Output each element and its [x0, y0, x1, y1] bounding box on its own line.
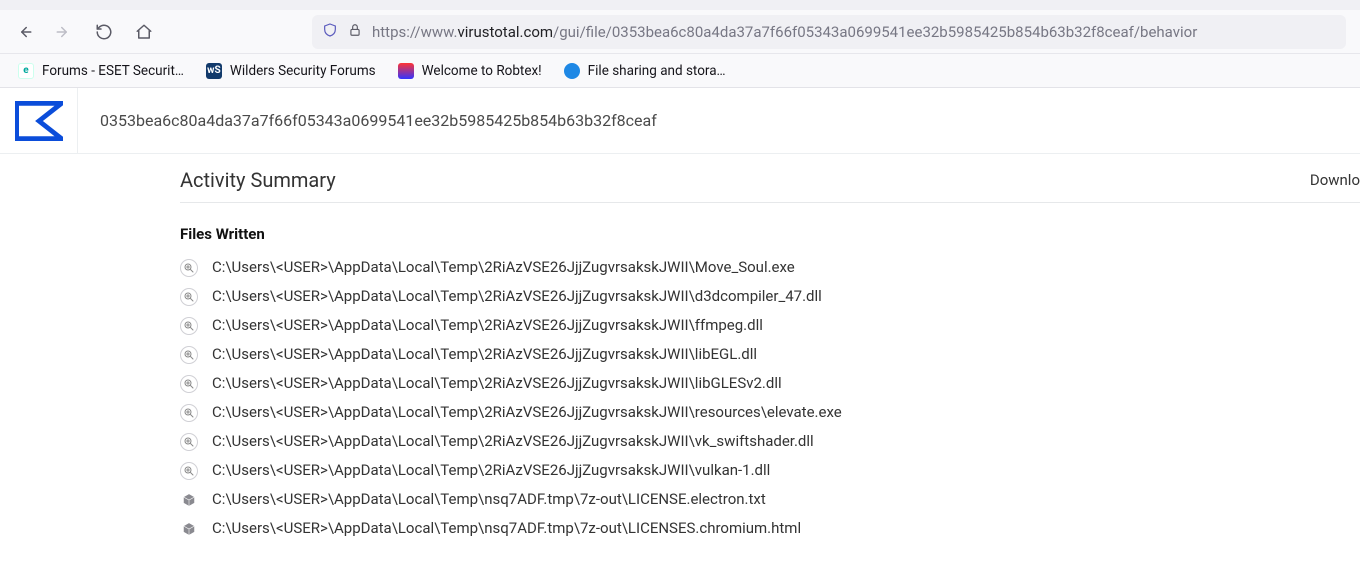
ws-icon: wS — [206, 63, 222, 79]
activity-summary-header: Activity Summary Downlo — [180, 164, 1360, 203]
bookmark-robtex[interactable]: Welcome to Robtex! — [398, 63, 542, 79]
magnify-icon[interactable] — [180, 259, 198, 277]
list-item: C:\Users\<USER>\AppData\Local\Temp\nsq7A… — [180, 514, 1360, 543]
magnify-icon[interactable] — [180, 404, 198, 422]
robtex-icon — [398, 63, 414, 79]
url-prefix: https://www. — [372, 23, 457, 41]
reload-button[interactable] — [94, 22, 114, 42]
bookmark-eset[interactable]: e Forums - ESET Securit… — [18, 63, 184, 79]
list-item: C:\Users\<USER>\AppData\Local\Temp\2RiAz… — [180, 311, 1360, 340]
bookmark-label: Forums - ESET Securit… — [42, 63, 184, 79]
magnify-icon[interactable] — [180, 462, 198, 480]
file-path: C:\Users\<USER>\AppData\Local\Temp\nsq7A… — [212, 518, 801, 539]
box-icon[interactable] — [180, 520, 198, 538]
virustotal-logo[interactable] — [0, 88, 78, 154]
files-written-heading: Files Written — [180, 225, 1360, 243]
file-path: C:\Users\<USER>\AppData\Local\Temp\nsq7A… — [212, 489, 766, 510]
magnify-icon[interactable] — [180, 433, 198, 451]
list-item: C:\Users\<USER>\AppData\Local\Temp\2RiAz… — [180, 369, 1360, 398]
box-icon[interactable] — [180, 491, 198, 509]
magnify-icon[interactable] — [180, 317, 198, 335]
forward-button[interactable] — [54, 22, 74, 42]
file-path: C:\Users\<USER>\AppData\Local\Temp\2RiAz… — [212, 402, 842, 423]
magnify-icon[interactable] — [180, 288, 198, 306]
file-path: C:\Users\<USER>\AppData\Local\Temp\2RiAz… — [212, 431, 814, 452]
lock-icon — [348, 22, 362, 42]
magnify-icon[interactable] — [180, 346, 198, 364]
list-item: C:\Users\<USER>\AppData\Local\Temp\2RiAz… — [180, 253, 1360, 282]
shield-icon — [322, 21, 338, 43]
file-path: C:\Users\<USER>\AppData\Local\Temp\2RiAz… — [212, 373, 782, 394]
list-item: C:\Users\<USER>\AppData\Local\Temp\2RiAz… — [180, 456, 1360, 485]
home-button[interactable] — [134, 22, 154, 42]
nav-buttons — [14, 22, 154, 42]
url-text: https://www.virustotal.com/gui/file/0353… — [372, 23, 1197, 41]
eset-icon: e — [18, 63, 34, 79]
file-hash: 0353bea6c80a4da37a7f66f05343a0699541ee32… — [78, 111, 657, 130]
file-path: C:\Users\<USER>\AppData\Local\Temp\2RiAz… — [212, 286, 822, 307]
list-item: C:\Users\<USER>\AppData\Local\Temp\nsq7A… — [180, 485, 1360, 514]
browser-toolbar: https://www.virustotal.com/gui/file/0353… — [0, 10, 1360, 54]
browser-tab-strip — [0, 0, 1360, 10]
section-title: Activity Summary — [180, 168, 336, 192]
file-path: C:\Users\<USER>\AppData\Local\Temp\2RiAz… — [212, 344, 757, 365]
download-link[interactable]: Downlo — [1310, 171, 1360, 189]
list-item: C:\Users\<USER>\AppData\Local\Temp\2RiAz… — [180, 427, 1360, 456]
back-button[interactable] — [14, 22, 34, 42]
file-path: C:\Users\<USER>\AppData\Local\Temp\2RiAz… — [212, 460, 770, 481]
list-item: C:\Users\<USER>\AppData\Local\Temp\2RiAz… — [180, 282, 1360, 311]
list-item: C:\Users\<USER>\AppData\Local\Temp\2RiAz… — [180, 340, 1360, 369]
url-bar[interactable]: https://www.virustotal.com/gui/file/0353… — [312, 15, 1346, 49]
bookmark-mediafire[interactable]: File sharing and stora… — [564, 63, 726, 79]
bookmark-wilders[interactable]: wS Wilders Security Forums — [206, 63, 376, 79]
bookmarks-bar: e Forums - ESET Securit… wS Wilders Secu… — [0, 54, 1360, 88]
bookmark-label: Welcome to Robtex! — [422, 63, 542, 79]
file-path: C:\Users\<USER>\AppData\Local\Temp\2RiAz… — [212, 315, 763, 336]
list-item: C:\Users\<USER>\AppData\Local\Temp\2RiAz… — [180, 398, 1360, 427]
url-icons — [322, 21, 362, 43]
cloud-icon — [564, 63, 580, 79]
page-header: 0353bea6c80a4da37a7f66f05343a0699541ee32… — [0, 88, 1360, 154]
files-written-list: C:\Users\<USER>\AppData\Local\Temp\2RiAz… — [180, 253, 1360, 543]
content-area: Activity Summary Downlo Files Written C:… — [0, 154, 1360, 543]
bookmark-label: File sharing and stora… — [588, 63, 726, 79]
url-host: virustotal.com — [457, 23, 553, 41]
url-path: /gui/file/0353bea6c80a4da37a7f66f05343a0… — [553, 23, 1197, 41]
bookmark-label: Wilders Security Forums — [230, 63, 376, 79]
file-path: C:\Users\<USER>\AppData\Local\Temp\2RiAz… — [212, 257, 795, 278]
magnify-icon[interactable] — [180, 375, 198, 393]
